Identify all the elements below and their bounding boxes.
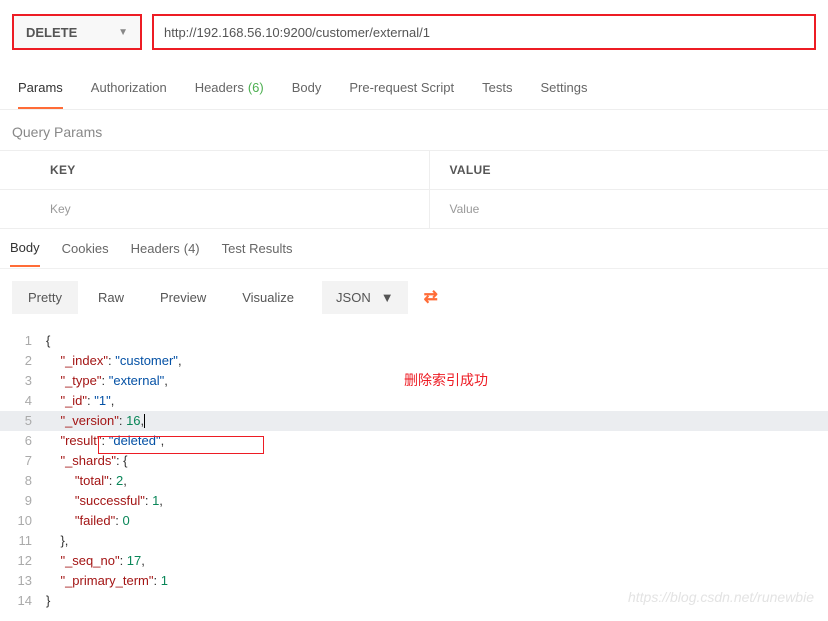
code-line: 10 "failed": 0 — [0, 511, 828, 531]
code-line: 2 "_index": "customer", — [0, 351, 828, 371]
query-params-table: KEY VALUE Key Value — [0, 150, 828, 229]
tab-pre-request[interactable]: Pre-request Script — [349, 68, 454, 109]
tab-label: Cookies — [62, 241, 109, 256]
tab-label: Settings — [540, 80, 587, 95]
code-line: 5 "_version": 16, — [0, 411, 828, 431]
request-tabs: Params Authorization Headers (6) Body Pre… — [0, 68, 828, 110]
tab-tests[interactable]: Tests — [482, 68, 512, 109]
tab-label: Test Results — [222, 241, 293, 256]
tab-label: Headers — [195, 80, 244, 95]
view-visualize-button[interactable]: Visualize — [226, 281, 310, 314]
key-header: KEY — [30, 151, 430, 189]
value-input[interactable]: Value — [430, 190, 828, 228]
tab-body[interactable]: Body — [292, 68, 322, 109]
tab-authorization[interactable]: Authorization — [91, 68, 167, 109]
code-line: 13 "_primary_term": 1 — [0, 571, 828, 591]
response-tabs: Body Cookies Headers (4) Test Results — [0, 229, 828, 269]
key-input[interactable]: Key — [30, 190, 430, 228]
response-tab-test-results[interactable]: Test Results — [222, 241, 293, 256]
response-tab-body[interactable]: Body — [10, 240, 40, 267]
tab-count: (6) — [248, 80, 264, 95]
tab-label: Authorization — [91, 80, 167, 95]
code-line: 1{ — [0, 331, 828, 351]
tab-settings[interactable]: Settings — [540, 68, 587, 109]
view-preview-button[interactable]: Preview — [144, 281, 222, 314]
code-line: 7 "_shards": { — [0, 451, 828, 471]
tab-label: Headers — [131, 241, 180, 256]
view-pretty-button[interactable]: Pretty — [12, 281, 78, 314]
request-bar: DELETE ▼ — [0, 0, 828, 68]
query-params-input-row: Key Value — [0, 190, 828, 228]
view-raw-button[interactable]: Raw — [82, 281, 140, 314]
code-line: 11 }, — [0, 531, 828, 551]
query-params-title: Query Params — [0, 110, 828, 150]
response-tab-cookies[interactable]: Cookies — [62, 241, 109, 256]
tab-label: Params — [18, 80, 63, 95]
highlight-box — [98, 436, 264, 454]
tab-label: Tests — [482, 80, 512, 95]
code-line: 12 "_seq_no": 17, — [0, 551, 828, 571]
tab-headers[interactable]: Headers (6) — [195, 68, 264, 109]
value-header: VALUE — [430, 151, 828, 189]
format-label: JSON — [336, 290, 371, 305]
annotation-text: 删除索引成功 — [404, 370, 488, 390]
tab-count: (4) — [184, 241, 200, 256]
chevron-down-icon: ▼ — [381, 290, 394, 305]
tab-label: Body — [10, 240, 40, 255]
response-view-bar: Pretty Raw Preview Visualize JSON ▼ ⇄ — [0, 269, 828, 325]
tab-label: Body — [292, 80, 322, 95]
format-select[interactable]: JSON ▼ — [322, 281, 408, 314]
tab-label: Pre-request Script — [349, 80, 454, 95]
code-line: 4 "_id": "1", — [0, 391, 828, 411]
tab-params[interactable]: Params — [18, 68, 63, 109]
watermark-text: https://blog.csdn.net/runewbie — [628, 589, 814, 605]
response-body-json: 删除索引成功 1{2 "_index": "customer",3 "_type… — [0, 325, 828, 621]
code-line: 8 "total": 2, — [0, 471, 828, 491]
query-params-header-row: KEY VALUE — [0, 151, 828, 190]
wrap-lines-icon[interactable]: ⇄ — [412, 279, 450, 315]
response-tab-headers[interactable]: Headers (4) — [131, 241, 200, 256]
url-input[interactable] — [152, 14, 816, 50]
http-method-label: DELETE — [26, 25, 77, 40]
http-method-select[interactable]: DELETE ▼ — [12, 14, 142, 50]
code-line: 9 "successful": 1, — [0, 491, 828, 511]
chevron-down-icon: ▼ — [118, 27, 128, 38]
